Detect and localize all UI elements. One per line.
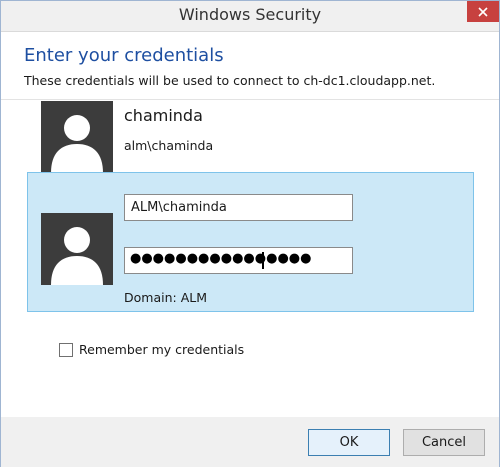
saved-user-name[interactable]: chaminda xyxy=(124,106,203,125)
remember-checkbox[interactable] xyxy=(59,342,73,357)
text-caret xyxy=(262,252,264,269)
close-button[interactable] xyxy=(467,1,499,22)
dialog-subheading: These credentials will be used to connec… xyxy=(24,73,436,88)
remember-label[interactable]: Remember my credentials xyxy=(79,342,244,357)
close-icon xyxy=(478,6,488,17)
domain-label: Domain: ALM xyxy=(124,290,207,305)
window-title: Windows Security xyxy=(178,5,322,24)
header-area: Enter your credentials These credentials… xyxy=(1,32,499,100)
dialog-heading: Enter your credentials xyxy=(24,45,224,66)
remember-credentials-row[interactable]: Remember my credentials xyxy=(59,342,244,357)
dialog-footer: OK Cancel xyxy=(1,417,499,467)
password-input[interactable] xyxy=(124,247,353,274)
cancel-button[interactable]: Cancel xyxy=(403,429,485,456)
windows-security-dialog: Windows Security Enter your credentials … xyxy=(0,0,500,467)
saved-user-account: alm\chaminda xyxy=(124,138,214,153)
username-input[interactable] xyxy=(124,194,353,221)
ok-button[interactable]: OK xyxy=(308,429,390,456)
user-avatar-icon xyxy=(41,213,113,285)
title-bar[interactable]: Windows Security xyxy=(1,1,499,31)
user-avatar-icon[interactable] xyxy=(41,101,113,173)
